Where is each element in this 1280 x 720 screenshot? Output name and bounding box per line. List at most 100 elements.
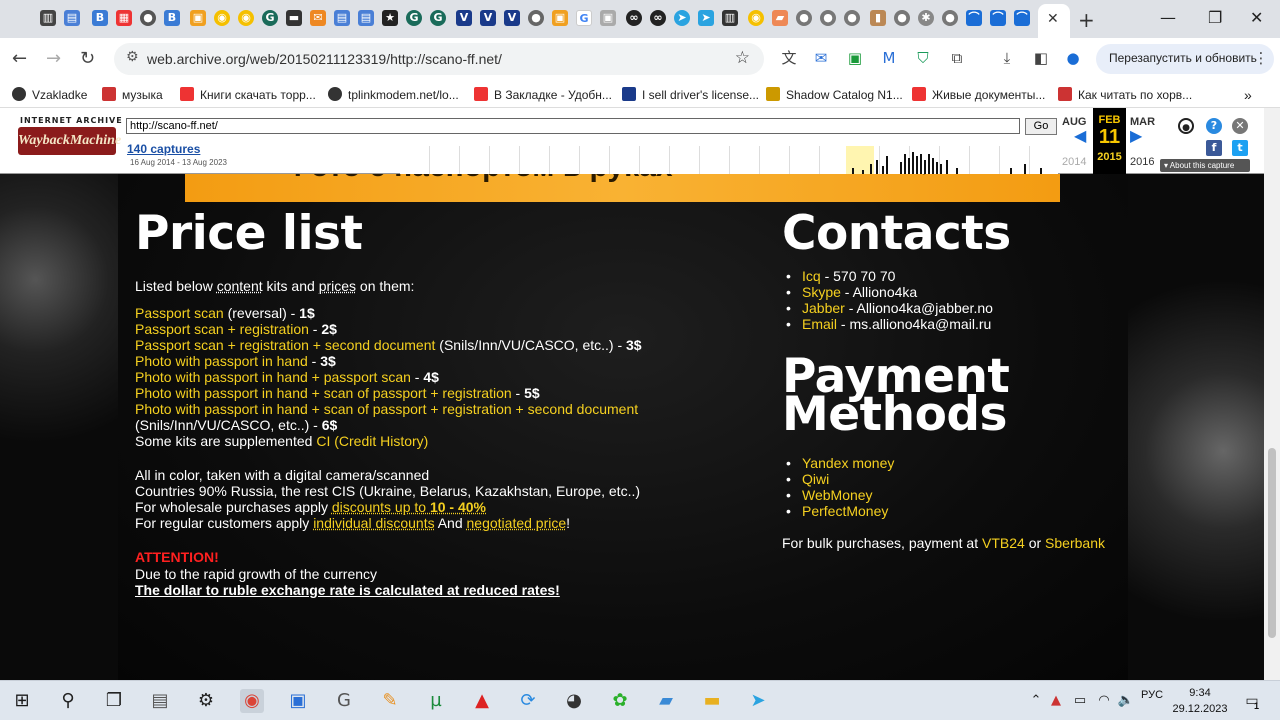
about-this-capture-button[interactable]: ▾ About this capture xyxy=(1160,159,1250,172)
app-icon[interactable]: ▣ xyxy=(286,689,310,713)
tab-favicon[interactable]: V xyxy=(480,10,496,26)
tab-favicon[interactable]: ▣ xyxy=(552,10,568,26)
wifi-icon[interactable]: ◠ xyxy=(1092,689,1116,713)
side-panel-icon[interactable]: ◧ xyxy=(1032,49,1050,67)
discounts-link[interactable]: discounts up to 10 - 40% xyxy=(332,499,486,515)
prev-capture-arrow[interactable]: ◀ xyxy=(1074,126,1086,145)
wayback-go-button[interactable]: Go xyxy=(1025,118,1057,135)
bookmarks-overflow-icon[interactable]: » xyxy=(1244,87,1252,103)
shield-extension-icon[interactable]: ⛉ xyxy=(914,49,932,67)
new-tab-button[interactable]: + xyxy=(1078,8,1095,32)
tab-favicon[interactable]: B xyxy=(92,10,108,26)
relaunch-update-button[interactable]: Перезапустить и обновить xyxy=(1096,44,1274,74)
next-year-label[interactable]: 2016 xyxy=(1130,156,1154,168)
tab-favicon[interactable]: ⌒ xyxy=(966,10,982,26)
bookmark-item[interactable]: Как читать по хорв... xyxy=(1058,87,1192,102)
tab-favicon[interactable]: V xyxy=(456,10,472,26)
tab-favicon[interactable]: ● xyxy=(894,10,910,26)
active-tab[interactable]: ✕ xyxy=(1038,4,1070,38)
notifications-icon[interactable]: ▭ xyxy=(1240,689,1264,713)
icq-icon[interactable]: ✿ xyxy=(608,689,632,713)
tab-favicon[interactable]: ● xyxy=(820,10,836,26)
tab-favicon[interactable]: ◉ xyxy=(238,10,254,26)
forward-icon[interactable]: → xyxy=(46,48,61,69)
prev-year-label[interactable]: 2014 xyxy=(1062,156,1086,168)
minimize-icon[interactable]: — xyxy=(1160,8,1176,27)
app-icon[interactable]: ⟳ xyxy=(516,689,540,713)
close-tab-icon[interactable]: ✕ xyxy=(1047,11,1059,27)
tab-favicon[interactable]: ★ xyxy=(382,10,398,26)
tab-favicon[interactable]: ∞ xyxy=(650,10,666,26)
back-icon[interactable]: ← xyxy=(12,48,27,69)
app-icon[interactable]: ▰ xyxy=(654,689,678,713)
translate-icon[interactable]: 文 xyxy=(780,49,798,67)
language-indicator[interactable]: РУС xyxy=(1138,689,1166,713)
twitter-icon[interactable]: t xyxy=(1232,140,1248,156)
chrome-icon[interactable]: ◉ xyxy=(240,689,264,713)
menu-icon[interactable]: ⋮ xyxy=(1252,49,1270,67)
tab-favicon[interactable]: G xyxy=(430,10,446,26)
file-explorer-icon[interactable]: ▬ xyxy=(700,689,724,713)
tab-favicon[interactable]: ➤ xyxy=(698,10,714,26)
tab-favicon[interactable]: ⌒ xyxy=(990,10,1006,26)
site-info-icon[interactable]: ⚙ xyxy=(126,49,139,65)
app-icon[interactable]: ✎ xyxy=(378,689,402,713)
bookmark-star-icon[interactable]: ☆ xyxy=(735,48,750,68)
search-icon[interactable]: ⚲ xyxy=(56,689,80,713)
tab-favicon[interactable]: ▤ xyxy=(334,10,350,26)
address-bar[interactable]: ⚙ web.archive.org/web/20150211123319/htt… xyxy=(114,43,764,75)
tab-favicon[interactable]: ▤ xyxy=(64,10,80,26)
individual-discounts-link[interactable]: individual discounts xyxy=(313,515,434,531)
captures-sparkline[interactable] xyxy=(400,146,1058,174)
extensions-puzzle-icon[interactable]: ⧉ xyxy=(948,49,966,67)
app-icon[interactable]: G xyxy=(332,689,356,713)
tab-favicon[interactable]: ◉ xyxy=(748,10,764,26)
wayback-logo[interactable]: WaybackMachine xyxy=(18,127,121,155)
profile-avatar-icon[interactable]: ● xyxy=(1064,49,1082,67)
tab-favicon[interactable]: ● xyxy=(140,10,156,26)
tab-favicon[interactable]: G xyxy=(262,10,278,26)
tab-favicon[interactable]: ✱ xyxy=(918,10,934,26)
tab-favicon[interactable]: ● xyxy=(528,10,544,26)
tab-favicon[interactable]: ▦ xyxy=(116,10,132,26)
app-icon[interactable]: ◕ xyxy=(562,689,586,713)
volume-icon[interactable]: 🔈 xyxy=(1114,689,1138,713)
tab-favicon[interactable]: ● xyxy=(942,10,958,26)
tab-favicon[interactable]: ▥ xyxy=(40,10,56,26)
tab-favicon[interactable]: ▣ xyxy=(190,10,206,26)
telegram-icon[interactable]: ➤ xyxy=(746,689,770,713)
tab-favicon[interactable]: ▮ xyxy=(870,10,886,26)
bookmark-item[interactable]: музыка xyxy=(102,87,163,102)
captures-link[interactable]: 140 captures xyxy=(127,142,200,156)
help-icon[interactable]: ? xyxy=(1206,118,1222,134)
taskbar-clock[interactable]: 9:34 29.12.2023 xyxy=(1170,685,1230,717)
tab-favicon[interactable]: ➤ xyxy=(674,10,690,26)
restore-icon[interactable]: ❐ xyxy=(1208,8,1222,27)
tab-favicon[interactable]: G xyxy=(576,10,592,26)
negotiated-price-link[interactable]: negotiated price xyxy=(467,515,567,531)
facebook-icon[interactable]: f xyxy=(1206,140,1222,156)
tab-favicon[interactable]: ▥ xyxy=(722,10,738,26)
tab-favicon[interactable]: ✉ xyxy=(310,10,326,26)
next-capture-arrow[interactable]: ▶ xyxy=(1130,126,1142,145)
tab-favicon[interactable]: ◉ xyxy=(214,10,230,26)
bookmark-item[interactable]: Vzakladke xyxy=(12,87,87,102)
tray-app-icon[interactable]: ▲ xyxy=(1044,689,1068,713)
address-url[interactable]: web.archive.org/web/20150211123319/http:… xyxy=(147,51,502,67)
bookmark-item[interactable]: Живые документы... xyxy=(912,87,1045,102)
torrent-icon[interactable]: µ xyxy=(424,689,448,713)
reload-icon[interactable]: ↻ xyxy=(80,48,95,69)
scrollbar-thumb[interactable] xyxy=(1268,448,1276,638)
app-icon[interactable]: ▲ xyxy=(470,689,494,713)
settings-gear-icon[interactable]: ⚙ xyxy=(194,689,218,713)
tab-favicon[interactable]: ● xyxy=(844,10,860,26)
bookmark-item[interactable]: Книги скачать торр... xyxy=(180,87,316,102)
tab-favicon[interactable]: G xyxy=(406,10,422,26)
bookmark-item[interactable]: Shadow Catalog N1... xyxy=(766,87,903,102)
gmail-extension-icon[interactable]: M xyxy=(880,49,898,67)
bookmark-item[interactable]: I sell driver's license... xyxy=(622,87,759,102)
battery-icon[interactable]: ▭ xyxy=(1068,689,1092,713)
tab-favicon[interactable]: ▰ xyxy=(772,10,788,26)
task-view-icon[interactable]: ❐ xyxy=(102,689,126,713)
tab-favicon[interactable]: ⌒ xyxy=(1014,10,1030,26)
